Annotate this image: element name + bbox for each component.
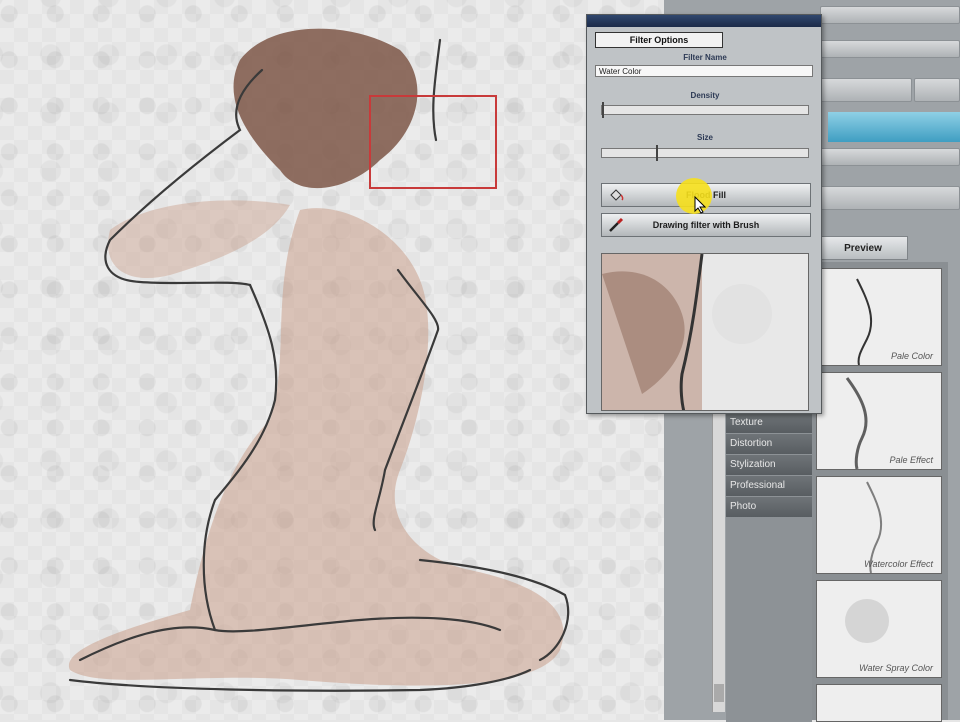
filter-options-dialog: Filter Options Filter Name Water Color D…	[586, 14, 822, 414]
thumbnail-label: Pale Effect	[889, 455, 933, 465]
tab-filter-options[interactable]: Filter Options	[595, 32, 723, 48]
thumbnail-label: Watercolor Effect	[864, 559, 933, 569]
active-toolbar-strip[interactable]	[828, 112, 960, 142]
filter-thumbnail[interactable]	[816, 684, 942, 722]
filter-thumbnail[interactable]: Pale Color	[816, 268, 942, 366]
category-item[interactable]: Photo	[726, 497, 812, 517]
category-item[interactable]: Stylization	[726, 455, 812, 475]
thumbnail-label: Water Spray Color	[859, 663, 933, 673]
preview-sketch	[602, 254, 772, 410]
toolbar-strip[interactable]	[820, 40, 960, 58]
preview-button[interactable]: Preview	[818, 236, 908, 260]
toolbar-strip[interactable]	[820, 6, 960, 24]
size-slider[interactable]	[601, 145, 809, 161]
drawing-brush-button[interactable]: Drawing filter with Brush	[601, 213, 811, 237]
size-slider-knob[interactable]	[655, 145, 658, 161]
scrollbar-thumb[interactable]	[714, 684, 724, 702]
category-item[interactable]: Texture	[726, 413, 812, 433]
filter-thumbnail[interactable]: Water Spray Color	[816, 580, 942, 678]
drawing-brush-label: Drawing filter with Brush	[652, 220, 760, 230]
selection-rectangle[interactable]	[369, 95, 497, 189]
toolbar-strip[interactable]	[820, 78, 912, 102]
category-item[interactable]: Professional	[726, 476, 812, 496]
filter-name-field[interactable]: Water Color	[595, 65, 813, 77]
toolbar-strip[interactable]	[820, 186, 960, 210]
dialog-title-bar[interactable]	[587, 15, 821, 27]
filter-thumbnail-list: Pale Color Pale Effect Watercolor Effect…	[812, 262, 948, 722]
filter-preview-image	[601, 253, 809, 411]
brush-icon	[609, 217, 624, 232]
filter-thumbnail[interactable]: Pale Effect	[816, 372, 942, 470]
density-slider-knob[interactable]	[602, 102, 604, 118]
preview-button-label: Preview	[844, 242, 882, 254]
size-label: Size	[696, 133, 713, 142]
mouse-cursor-icon	[694, 196, 706, 214]
paint-bucket-icon	[610, 189, 624, 201]
filter-name-label: Filter Name	[683, 53, 727, 62]
grid-icon[interactable]	[914, 78, 960, 102]
category-list: Texture Distortion Stylization Professio…	[726, 412, 812, 722]
density-slider[interactable]	[601, 102, 809, 118]
toolbar-strip[interactable]	[820, 148, 960, 166]
thumbnail-label: Pale Color	[890, 351, 933, 361]
filter-thumbnail[interactable]: Watercolor Effect	[816, 476, 942, 574]
density-label: Density	[690, 91, 720, 100]
category-item[interactable]: Distortion	[726, 434, 812, 454]
